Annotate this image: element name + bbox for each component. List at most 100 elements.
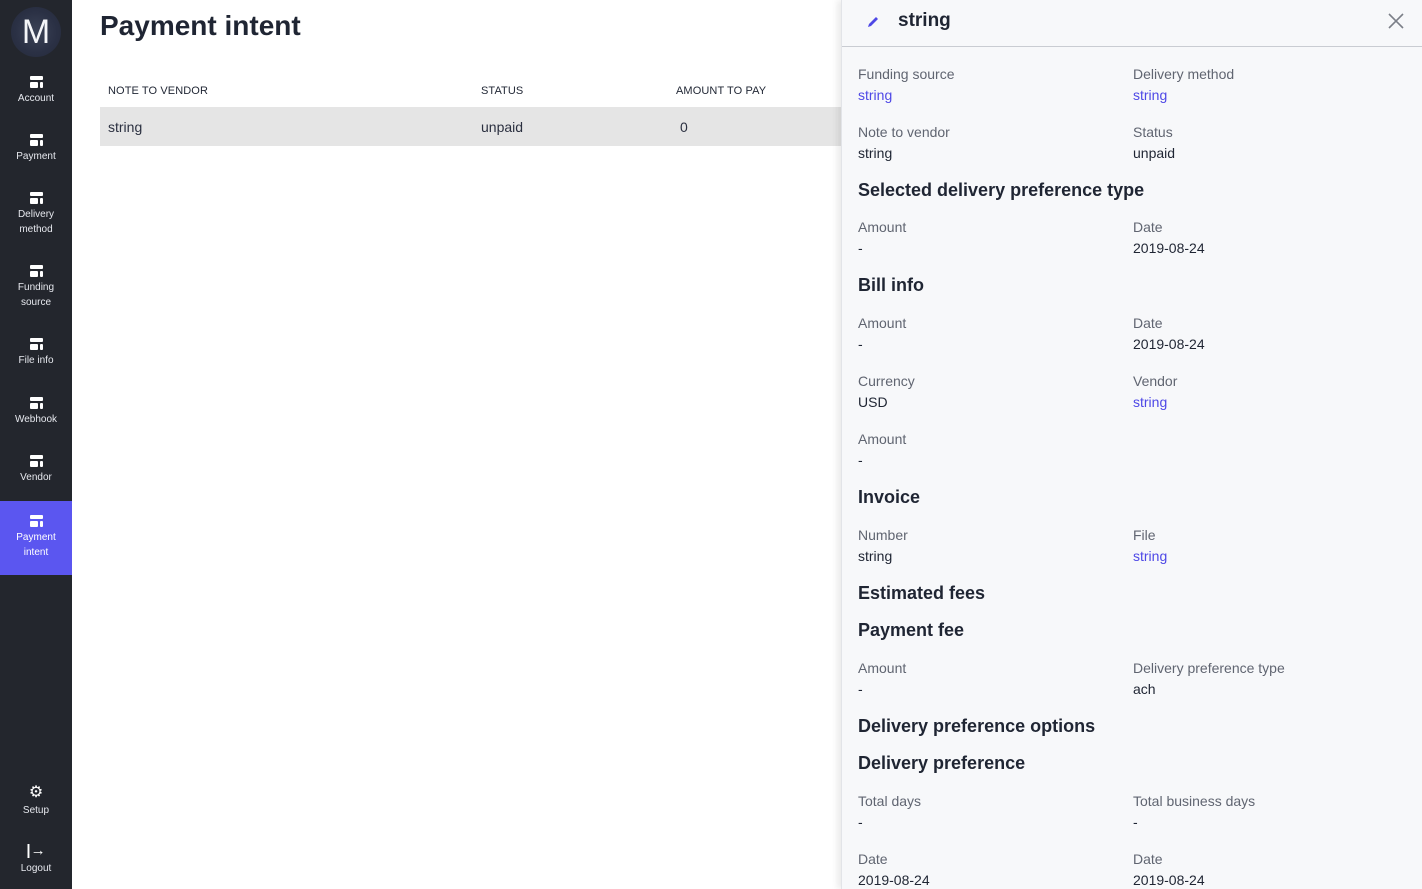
table-header: NOTE TO VENDOR STATUS AMOUNT TO PAY	[100, 80, 860, 107]
drawer-header: string	[842, 0, 1422, 47]
field-label: Currency	[858, 373, 915, 389]
logout-icon: |→	[26, 842, 46, 859]
column-header-amount-to-pay[interactable]: AMOUNT TO PAY	[676, 85, 766, 97]
sidebar: M Account Payment Delivery method Fundin…	[0, 0, 72, 889]
section-invoice: Invoice	[858, 487, 921, 507]
column-header-status[interactable]: STATUS	[481, 85, 523, 97]
field-value: ach	[1133, 681, 1156, 697]
sidebar-item-logout[interactable]: |→ Logout	[0, 843, 72, 879]
close-icon[interactable]	[1386, 11, 1406, 31]
field-label: Amount	[858, 315, 907, 331]
field-value: 2019-08-24	[1133, 240, 1205, 256]
layout-icon	[29, 265, 43, 277]
field-value: -	[858, 452, 863, 468]
app-logo[interactable]: M	[11, 7, 61, 57]
delivery-method-link[interactable]: string	[1133, 86, 1393, 104]
sidebar-item-label: Vendor	[20, 472, 52, 483]
field-bill-date: Date 2019-08-24	[1133, 314, 1393, 353]
vendor-link[interactable]: string	[1133, 393, 1393, 411]
section-bill-info: Bill info	[858, 275, 924, 295]
sidebar-item-label: Delivery	[17, 209, 55, 220]
sidebar-item-webhook[interactable]: Webhook	[0, 397, 72, 437]
field-value: 2019-08-24	[1133, 336, 1205, 352]
field-label: Amount	[858, 219, 907, 235]
sidebar-item-payment[interactable]: Payment	[0, 134, 72, 174]
field-label: Note to vendor	[858, 124, 950, 140]
sidebar-item-vendor[interactable]: Vendor	[0, 455, 72, 495]
sidebar-item-label: Payment	[16, 532, 56, 543]
field-value: -	[858, 336, 863, 352]
gear-icon: ⚙	[28, 784, 44, 801]
cell-note-to-vendor: string	[108, 119, 143, 135]
sidebar-item-label: Account	[17, 93, 55, 104]
field-delivery-date-2: Date 2019-08-24	[1133, 850, 1393, 889]
field-fee-delivery-preference-type: Delivery preference type ach	[1133, 659, 1393, 698]
field-delivery-date: Date 2019-08-24	[858, 850, 1118, 889]
field-value: unpaid	[1133, 145, 1176, 161]
field-total-days: Total days -	[858, 792, 1118, 831]
cell-status: unpaid	[481, 119, 524, 135]
field-funding-source: Funding source string	[858, 65, 1118, 104]
table-row[interactable]: string unpaid 0	[100, 107, 860, 146]
field-label: Amount	[858, 660, 907, 676]
layout-icon	[29, 455, 43, 467]
field-label: Date	[858, 851, 888, 867]
sidebar-item-file-info[interactable]: File info	[0, 338, 72, 378]
field-value: -	[858, 240, 863, 256]
field-label: Vendor	[1133, 373, 1178, 389]
field-label: Amount	[858, 431, 907, 447]
field-total-business-days: Total business days -	[1133, 792, 1393, 831]
section-estimated-fees: Estimated fees	[858, 583, 986, 603]
section-selected-delivery-preference-type: Selected delivery preference type	[858, 180, 1145, 200]
field-value: string	[858, 548, 893, 564]
field-invoice-number: Number string	[858, 526, 1118, 565]
sidebar-item-label: Logout	[20, 863, 52, 874]
field-bill-amount-2: Amount -	[858, 430, 1118, 469]
field-amount: Amount -	[858, 218, 1118, 257]
sidebar-item-label: Payment	[16, 151, 56, 162]
sidebar-item-setup[interactable]: ⚙ Setup	[0, 785, 72, 821]
field-label: Date	[1133, 851, 1163, 867]
layout-icon	[29, 397, 43, 409]
sidebar-item-label: method	[19, 224, 53, 235]
field-status: Status unpaid	[1133, 123, 1393, 162]
sidebar-item-label: File info	[18, 355, 54, 366]
drawer-title: string	[898, 10, 951, 31]
sidebar-item-label: source	[20, 297, 51, 308]
field-value: -	[1133, 814, 1138, 830]
field-label: Total business days	[1133, 793, 1256, 809]
layout-icon	[29, 134, 43, 146]
field-label: Number	[858, 527, 908, 543]
field-note-to-vendor: Note to vendor string	[858, 123, 1118, 162]
section-delivery-preference-options: Delivery preference options	[858, 716, 1096, 736]
field-bill-amount: Amount -	[858, 314, 1118, 353]
field-currency: Currency USD	[858, 372, 1118, 411]
column-header-note-to-vendor[interactable]: NOTE TO VENDOR	[108, 85, 208, 97]
field-label: Date	[1133, 219, 1163, 235]
sidebar-item-delivery-method[interactable]: Delivery method	[0, 192, 72, 244]
sidebar-item-label: Funding	[17, 282, 55, 293]
sidebar-item-payment-intent[interactable]: Payment intent	[0, 501, 72, 575]
field-label: Date	[1133, 315, 1163, 331]
file-link[interactable]: string	[1133, 547, 1393, 565]
field-label: File	[1133, 527, 1156, 543]
field-label: Funding source	[858, 66, 955, 82]
field-value: string	[858, 145, 893, 161]
funding-source-link[interactable]: string	[858, 86, 1118, 104]
sidebar-item-label: intent	[23, 547, 49, 558]
field-delivery-method: Delivery method string	[1133, 65, 1393, 104]
section-delivery-preference: Delivery preference	[858, 753, 1026, 773]
layout-icon	[29, 192, 43, 204]
sidebar-item-label: Webhook	[14, 414, 58, 425]
field-label: Delivery preference type	[1133, 660, 1285, 676]
field-vendor: Vendor string	[1133, 372, 1393, 411]
edit-icon[interactable]	[865, 14, 881, 30]
detail-drawer: string Funding source string Delivery me…	[841, 0, 1422, 889]
field-value: 2019-08-24	[1133, 872, 1205, 888]
field-fee-amount: Amount -	[858, 659, 1118, 698]
sidebar-item-label: Setup	[22, 805, 50, 816]
layout-icon	[29, 338, 43, 350]
sidebar-item-account[interactable]: Account	[0, 76, 72, 116]
sidebar-item-funding-source[interactable]: Funding source	[0, 265, 72, 317]
field-label: Delivery method	[1133, 66, 1235, 82]
